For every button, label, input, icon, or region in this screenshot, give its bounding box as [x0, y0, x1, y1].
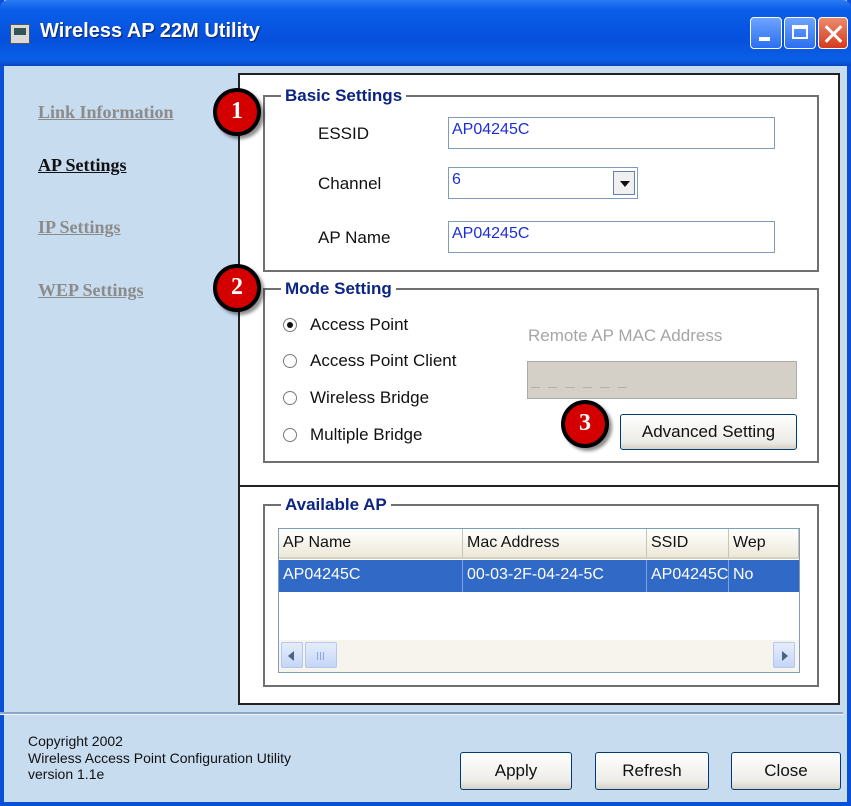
- remote-mac-input[interactable]: _ _ _ _ _ _: [527, 361, 797, 399]
- list-header: AP Name Mac Address SSID Wep: [279, 529, 799, 559]
- callout-badge-1: 1: [213, 88, 261, 136]
- nav-wep-settings[interactable]: WEP Settings: [38, 280, 144, 301]
- apply-button[interactable]: Apply: [460, 752, 572, 790]
- scroll-thumb[interactable]: [305, 642, 337, 668]
- cell-ap-name: AP04245C: [279, 560, 463, 592]
- minimize-button[interactable]: [750, 17, 782, 49]
- col-ap-name[interactable]: AP Name: [279, 529, 463, 559]
- mac-mask: _ _ _ _ _ _: [531, 372, 629, 389]
- nav-link-information[interactable]: Link Information: [38, 102, 174, 123]
- product-name-text: Wireless Access Point Configuration Util…: [28, 750, 291, 766]
- footer-divider: [0, 712, 843, 715]
- table-row[interactable]: AP04245C 00-03-2F-04-24-5C AP04245C No: [279, 560, 799, 592]
- remote-mac-label: Remote AP MAC Address: [528, 326, 723, 345]
- cell-ssid: AP04245C: [647, 560, 729, 592]
- cell-wep: No: [733, 566, 754, 583]
- ap-name-input[interactable]: AP04245C: [448, 221, 775, 253]
- title-bar[interactable]: Wireless AP 22M Utility: [0, 0, 851, 66]
- close-window-button[interactable]: [818, 17, 848, 49]
- mode-setting-title: Mode Setting: [285, 279, 392, 298]
- maximize-button[interactable]: [784, 17, 816, 49]
- essid-label: ESSID: [318, 124, 370, 143]
- col-wep[interactable]: Wep: [729, 529, 799, 559]
- radio-multiple-bridge[interactable]: [283, 428, 297, 442]
- callout-badge-3: 3: [561, 400, 609, 448]
- ap-name-label: AP Name: [318, 228, 391, 247]
- nav-ap-settings[interactable]: AP Settings: [38, 155, 127, 176]
- radio-access-point-client[interactable]: [283, 354, 297, 368]
- app-icon[interactable]: [10, 24, 30, 44]
- radio-access-point-client-label[interactable]: Access Point Client: [310, 351, 456, 371]
- window-title: Wireless AP 22M Utility: [40, 20, 260, 42]
- col-mac-address[interactable]: Mac Address: [463, 529, 647, 559]
- radio-wireless-bridge-label[interactable]: Wireless Bridge: [310, 388, 429, 408]
- scroll-left-icon[interactable]: [281, 642, 303, 668]
- cell-mac-address: 00-03-2F-04-24-5C: [463, 560, 647, 592]
- channel-label: Channel: [318, 174, 382, 193]
- radio-multiple-bridge-label[interactable]: Multiple Bridge: [310, 425, 422, 445]
- chevron-down-icon[interactable]: [613, 171, 635, 195]
- radio-access-point[interactable]: [283, 318, 297, 332]
- callout-badge-2: 2: [213, 264, 261, 312]
- close-button[interactable]: Close: [731, 752, 841, 790]
- radio-access-point-label[interactable]: Access Point: [310, 315, 408, 335]
- version-text: version 1.1e: [28, 766, 105, 782]
- copyright-text: Copyright 2002: [28, 733, 123, 749]
- available-ap-title: Available AP: [285, 495, 387, 514]
- scroll-right-icon[interactable]: [773, 642, 795, 668]
- advanced-setting-button[interactable]: Advanced Setting: [620, 414, 797, 450]
- channel-select[interactable]: 6: [448, 167, 638, 199]
- nav-ip-settings[interactable]: IP Settings: [38, 217, 121, 238]
- horizontal-scrollbar[interactable]: [279, 640, 799, 672]
- col-ssid[interactable]: SSID: [647, 529, 729, 559]
- channel-value: 6: [452, 171, 461, 188]
- essid-input[interactable]: AP04245C: [448, 117, 775, 149]
- refresh-button[interactable]: Refresh: [595, 752, 709, 790]
- radio-wireless-bridge[interactable]: [283, 391, 297, 405]
- basic-settings-title: Basic Settings: [285, 86, 403, 105]
- available-ap-list[interactable]: AP Name Mac Address SSID Wep AP04245C 00…: [278, 528, 800, 673]
